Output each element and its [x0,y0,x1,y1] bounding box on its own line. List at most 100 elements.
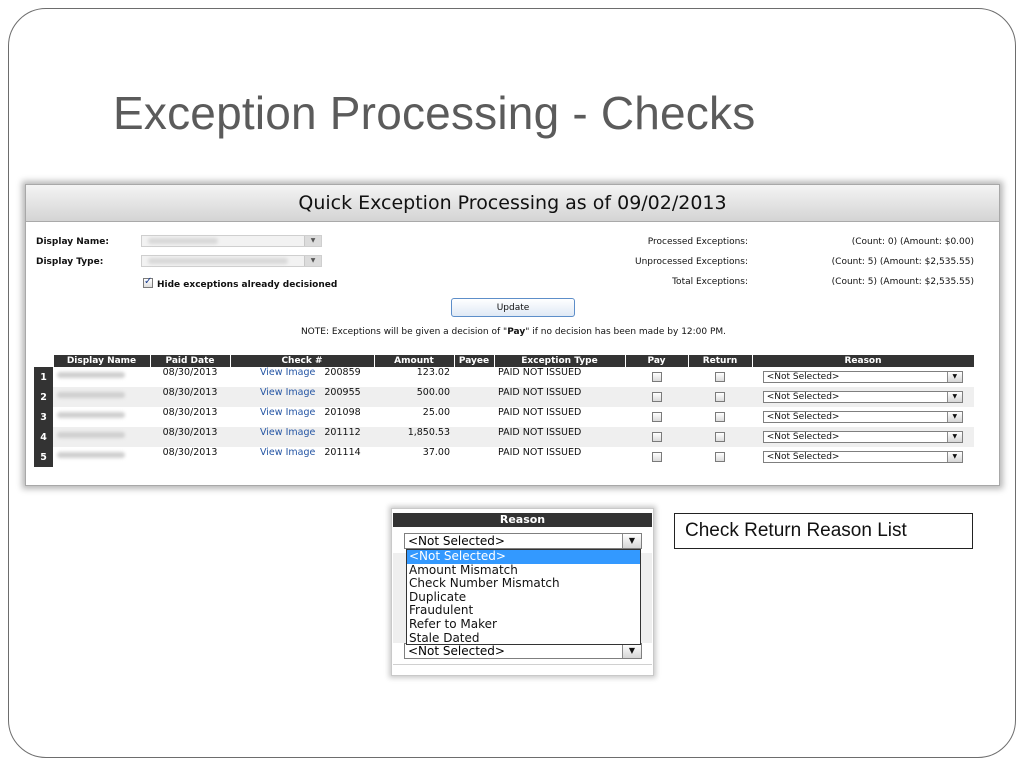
view-image-link[interactable]: View Image [260,427,315,438]
update-button[interactable]: Update [451,298,575,317]
reason-select[interactable]: <Not Selected> ▼ [762,371,963,383]
reason-option-stale-dated[interactable]: Stale Dated [407,631,640,646]
dropdown-arrow-icon: ▼ [946,392,962,402]
reason-option-amount-mismatch[interactable]: Amount Mismatch [407,563,640,578]
pay-checkbox[interactable] [651,432,662,442]
header-payee[interactable]: Payee [453,355,494,367]
paid-date-cell: 08/30/2013 [150,427,230,447]
hide-decisioned-checkbox[interactable] [143,276,153,288]
return-cell [688,427,752,447]
processed-exceptions-value: (Count: 0) (Amount: $0.00) [851,237,974,247]
pay-cell [625,407,688,427]
check-number-cell: View Image 200955 [230,387,374,407]
pay-checkbox[interactable] [651,392,662,402]
display-name-cell [53,447,150,467]
inset-reason-select-lower[interactable]: <Not Selected> ▼ [404,643,642,659]
view-image-link[interactable]: View Image [260,367,315,378]
decision-note: NOTE: Exceptions will be given a decisio… [26,327,999,337]
reason-cell: <Not Selected> ▼ [752,427,974,447]
amount-cell: 123.02 [416,367,450,378]
amount-cell: 25.00 [422,407,450,418]
header-amount[interactable]: Amount [373,355,454,367]
exceptions-table: Display Name Paid Date Check # Amount Pa… [34,355,974,467]
paid-date-cell: 08/30/2013 [150,387,230,407]
return-cell [688,407,752,427]
header-paid-date[interactable]: Paid Date [149,355,230,367]
reason-select-value: <Not Selected> [766,392,840,402]
exception-type-cell: PAID NOT ISSUED [494,427,625,447]
display-name-redacted [57,432,125,438]
payee-cell [454,447,494,467]
note-bold: Pay [507,327,526,337]
reason-select[interactable]: <Not Selected> ▼ [762,391,963,403]
display-name-select[interactable]: ▼ [141,235,322,247]
dropdown-arrow-icon: ▼ [946,432,962,442]
return-cell [688,387,752,407]
display-name-redacted [57,412,125,418]
payee-cell [454,367,494,387]
view-image-link[interactable]: View Image [260,387,315,398]
reason-select-value: <Not Selected> [766,452,840,462]
reason-cell: <Not Selected> ▼ [752,407,974,427]
row-number: 1 [34,367,53,387]
header-return[interactable]: Return [687,355,752,367]
paid-date-cell: 08/30/2013 [162,407,218,418]
reason-select[interactable]: <Not Selected> ▼ [762,451,963,463]
dropdown-arrow-icon: ▼ [946,412,962,422]
table-row: 5 08/30/2013 View Image 201114 37.00 PAI… [34,447,974,467]
payee-cell [454,427,494,447]
pay-checkbox[interactable] [651,412,662,422]
dropdown-arrow-icon[interactable]: ▼ [622,644,641,658]
check-number: 201114 [324,447,361,458]
header-check-number[interactable]: Check # [229,355,374,367]
exception-type-cell: PAID NOT ISSUED [498,447,582,458]
reason-option-not-selected[interactable]: <Not Selected> [407,549,640,564]
reason-select[interactable]: <Not Selected> ▼ [762,411,963,423]
table-row: 1 08/30/2013 View Image 200859 123.02 PA… [34,367,974,387]
reason-select[interactable]: <Not Selected> ▼ [762,431,963,443]
exception-panel: Quick Exception Processing as of 09/02/2… [25,184,1000,486]
paid-date-cell: 08/30/2013 [162,367,218,378]
pay-checkbox[interactable] [651,452,662,462]
reason-option-duplicate[interactable]: Duplicate [407,590,640,605]
reason-option-refer-to-maker[interactable]: Refer to Maker [407,617,640,632]
display-name-redacted [57,372,125,378]
return-checkbox[interactable] [715,392,725,402]
view-image-link[interactable]: View Image [260,407,315,418]
reason-cell: <Not Selected> ▼ [752,387,974,407]
return-checkbox[interactable] [715,452,725,462]
reason-option-check-number-mismatch[interactable]: Check Number Mismatch [407,577,640,591]
reason-cell: <Not Selected> ▼ [752,447,974,467]
amount-cell: 500.00 [374,387,454,407]
check-number-cell: View Image 201112 [230,427,374,447]
header-exception-type[interactable]: Exception Type [493,355,625,367]
inset-lower-select-value: <Not Selected> [408,644,505,658]
row-number: 5 [34,447,53,467]
payee-cell [454,387,494,407]
inset-select-value: <Not Selected> [408,534,505,548]
return-checkbox[interactable] [715,412,725,422]
row-number: 3 [34,407,53,427]
display-type-label: Display Type: [36,257,104,267]
header-pay[interactable]: Pay [624,355,688,367]
dropdown-arrow-icon[interactable]: ▼ [622,534,641,548]
reason-select-value: <Not Selected> [766,432,840,442]
inset-reason-select[interactable]: <Not Selected> ▼ [404,533,642,549]
reason-option-fraudulent[interactable]: Fraudulent [407,604,640,618]
amount-cell: 37.00 [422,447,450,458]
display-type-select[interactable]: ▼ [141,255,322,267]
exception-type-cell: PAID NOT ISSUED [494,387,625,407]
pay-checkbox[interactable] [651,372,662,382]
reason-options-list: <Not Selected> Amount Mismatch Check Num… [406,549,641,645]
return-checkbox[interactable] [715,372,725,382]
inset-reason-header: Reason [393,513,652,527]
processed-exceptions-label: Processed Exceptions: [647,237,748,247]
view-image-link[interactable]: View Image [260,447,315,458]
header-display-name[interactable]: Display Name [52,355,150,367]
return-cell [688,447,752,467]
display-name-cell [53,387,150,407]
header-reason[interactable]: Reason [751,355,974,367]
exception-type-cell: PAID NOT ISSUED [498,367,582,378]
return-checkbox[interactable] [715,432,725,442]
display-name-cell [53,367,150,387]
